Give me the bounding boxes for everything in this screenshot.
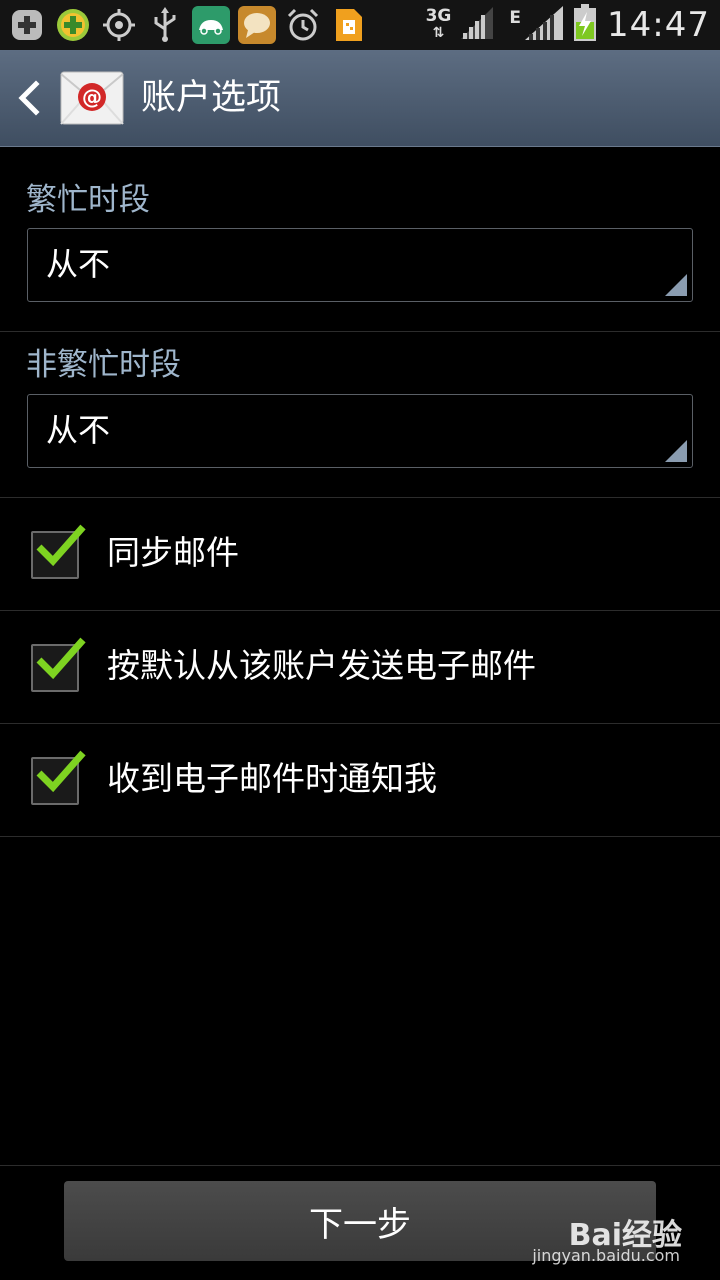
back-button[interactable] [14,78,44,118]
network-type-e: E [509,8,522,28]
sync-email-checkbox[interactable] [31,524,86,579]
notify-label: 收到电子邮件时通知我 [107,759,437,798]
battery-charging-icon [573,4,597,46]
sim-card-icon [330,6,368,44]
default-account-label: 按默认从该账户发送电子邮件 [107,646,536,685]
signal-icon-2 [523,4,565,46]
checkmark-icon [36,524,86,567]
email-app-icon[interactable]: @ [60,70,124,126]
offpeak-schedule-value: 从不 [46,411,111,449]
default-account-checkbox[interactable] [31,637,86,692]
chat-icon [238,6,276,44]
alarm-icon [284,6,322,44]
game-icon [54,6,92,44]
checkmark-icon [36,750,86,793]
gps-icon [100,6,138,44]
offpeak-schedule-label: 非繁忙时段 [26,347,181,383]
clock: 14:47 [607,5,710,45]
signal-icon [459,5,495,45]
baidu-watermark-url: jingyan.baidu.com [532,1246,680,1265]
checkmark-icon [36,637,86,680]
offpeak-schedule-dropdown[interactable]: 从不 [27,394,693,468]
divider [0,836,720,837]
notify-option[interactable]: 收到电子邮件时通知我 [0,724,720,836]
peak-schedule-dropdown[interactable]: 从不 [27,228,693,302]
peak-schedule-value: 从不 [46,245,111,283]
dropdown-triangle-icon [665,440,687,462]
car-icon [192,6,230,44]
add-icon [8,6,46,44]
page-title: 账户选项 [141,78,282,118]
usb-icon [146,6,184,44]
action-bar: @ 账户选项 [0,50,720,147]
dropdown-triangle-icon [665,274,687,296]
divider [0,331,720,332]
sync-email-label: 同步邮件 [107,533,239,572]
notify-checkbox[interactable] [31,750,86,805]
default-account-option[interactable]: 按默认从该账户发送电子邮件 [0,611,720,723]
divider [0,1165,720,1166]
chevron-left-icon [18,80,40,116]
network-type-3g: 3G ⇅ [425,6,452,42]
peak-schedule-label: 繁忙时段 [26,182,150,218]
svg-text:@: @ [82,85,102,109]
status-bar: 3G ⇅ E 14:47 [0,0,720,50]
sync-email-option[interactable]: 同步邮件 [0,498,720,610]
